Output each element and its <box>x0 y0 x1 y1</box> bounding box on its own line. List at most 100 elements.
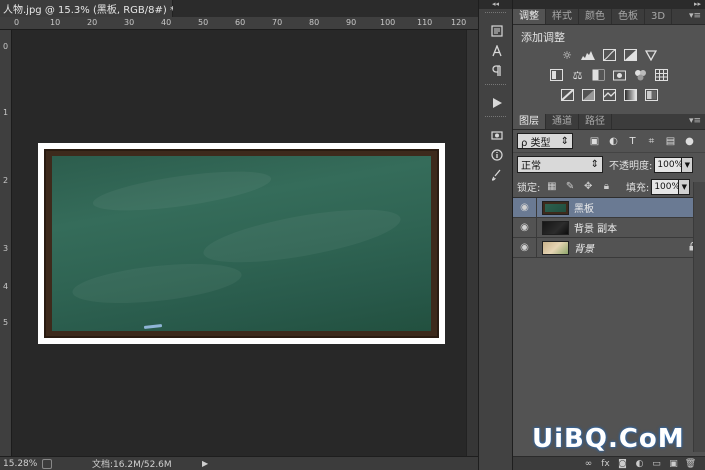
zoom-level[interactable]: 15.28% <box>0 459 42 469</box>
tab-adjustments[interactable]: 调整 <box>513 9 546 24</box>
new-layer-icon[interactable]: ▣ <box>665 459 682 469</box>
opacity-input[interactable]: 100% <box>654 156 683 173</box>
lock-transparent-icon[interactable]: ▦ <box>544 181 559 192</box>
gradient-map-icon[interactable] <box>622 89 639 102</box>
fill-label: 填充: <box>625 183 650 194</box>
filter-toggle-icon[interactable]: ● <box>680 136 699 147</box>
status-info-icon[interactable] <box>42 458 52 469</box>
strip-grip[interactable] <box>485 84 506 90</box>
tab-layers[interactable]: 图层 <box>513 114 546 129</box>
character-icon[interactable] <box>479 41 514 61</box>
panels-collapse-icon[interactable]: ▸▸ <box>513 0 705 9</box>
layer-row[interactable]: ◉ 黑板 <box>513 197 705 218</box>
horizontal-ruler: 0 10 20 30 40 50 60 70 80 90 100 110 120 <box>0 17 478 30</box>
layer-filter-select[interactable]: ρ 类型 ⇕ <box>517 133 573 149</box>
color-lookup-icon[interactable] <box>653 69 670 82</box>
status-menu-arrow-icon[interactable]: ▶ <box>202 459 208 468</box>
layer-name: 黑板 <box>574 204 594 215</box>
layer-name: 背景 副本 <box>574 224 618 235</box>
exposure-icon[interactable] <box>622 49 639 62</box>
canvas-area[interactable] <box>12 30 478 456</box>
layers-scrollbar[interactable] <box>693 182 705 452</box>
tab-channels[interactable]: 通道 <box>546 114 579 129</box>
selective-color-icon[interactable] <box>643 89 660 102</box>
blend-mode-select[interactable]: 正常 ⇕ <box>517 156 603 173</box>
layers-bottom-bar: ∞ fx ◙ ◐ ▭ ▣ 🗑︎ <box>513 456 705 470</box>
document-tab[interactable]: 人物.jpg @ 15.3% (黑板, RGB/8#) * × <box>0 0 190 17</box>
visibility-eye-icon[interactable]: ◉ <box>513 197 537 218</box>
tab-paths[interactable]: 路径 <box>579 114 612 129</box>
filter-smart-object-icon[interactable]: ▤ <box>661 136 680 147</box>
curves-icon[interactable] <box>601 49 618 62</box>
tool-presets-icon[interactable] <box>479 125 514 145</box>
layer-row[interactable]: ◉ 背景 <box>513 237 705 258</box>
add-mask-icon[interactable]: ◙ <box>614 459 631 469</box>
ruler-tick: 5 <box>3 318 9 327</box>
hue-saturation-icon[interactable] <box>548 69 565 82</box>
new-adjustment-icon[interactable]: ◐ <box>631 459 648 469</box>
chalk-smudge <box>200 198 404 274</box>
adjustments-row <box>513 85 705 105</box>
opacity-dropdown-icon[interactable]: ▼ <box>682 156 694 173</box>
filter-adjustment-icon[interactable]: ◐ <box>604 136 623 147</box>
brightness-contrast-icon[interactable]: ☼ <box>559 49 576 62</box>
invert-icon[interactable] <box>559 89 576 102</box>
ruler-tick: 2 <box>3 176 9 185</box>
actions-icon[interactable] <box>479 93 514 113</box>
tab-color[interactable]: 颜色 <box>579 9 612 24</box>
canvas-vertical-scrollbar[interactable] <box>466 30 478 456</box>
layer-row[interactable]: ◉ 背景 副本 <box>513 217 705 238</box>
ruler-tick: 20 <box>87 18 98 27</box>
layers-tab-bar: 图层 通道 路径 ▾≡ <box>513 114 705 130</box>
ruler-tick: 90 <box>346 18 357 27</box>
vibrance-icon[interactable] <box>643 49 660 62</box>
ruler-tick: 0 <box>3 42 9 51</box>
chevron-updown-icon: ⇕ <box>560 135 569 147</box>
blend-mode-row: 正常 ⇕ 不透明度: 100% ▼ <box>513 152 705 176</box>
levels-icon[interactable] <box>580 49 597 62</box>
info-icon[interactable] <box>479 145 514 165</box>
brush-icon[interactable] <box>479 165 514 185</box>
black-white-icon[interactable] <box>590 69 607 82</box>
ruler-tick: 0 <box>14 18 20 27</box>
delete-layer-icon[interactable]: 🗑︎ <box>682 459 699 469</box>
ruler-tick: 70 <box>272 18 283 27</box>
strip-grip[interactable] <box>485 12 506 18</box>
lock-image-icon[interactable]: ✎ <box>563 181 578 192</box>
right-panels: ▸▸ 调整 样式 颜色 色板 3D ▾≡ 添加调整 ☼ ⚖ 图层 通道 路径 ▾… <box>513 0 705 470</box>
filter-type-icon[interactable]: T <box>623 136 642 147</box>
fill-dropdown-icon[interactable]: ▼ <box>679 178 691 195</box>
layer-style-fx-icon[interactable]: fx <box>597 459 614 469</box>
filter-pixel-icon[interactable]: ▣ <box>585 136 604 147</box>
threshold-icon[interactable] <box>601 89 618 102</box>
visibility-eye-icon[interactable]: ◉ <box>513 237 537 258</box>
strip-grip[interactable] <box>485 116 506 122</box>
ruler-tick: 100 <box>380 18 396 27</box>
ruler-tick: 50 <box>198 18 209 27</box>
posterize-icon[interactable] <box>580 89 597 102</box>
color-balance-icon[interactable]: ⚖ <box>569 69 586 82</box>
link-layers-icon[interactable]: ∞ <box>580 459 597 469</box>
history-icon[interactable] <box>479 21 514 41</box>
fill-input[interactable]: 100% <box>651 178 680 195</box>
strip-collapse-icon[interactable]: ◂◂ <box>479 0 512 9</box>
filter-shape-icon[interactable]: ⌗ <box>642 136 661 147</box>
new-group-icon[interactable]: ▭ <box>648 459 665 469</box>
lock-all-icon[interactable]: 🔒︎ <box>599 181 614 192</box>
panel-menu-icon[interactable]: ▾≡ <box>689 116 701 126</box>
lock-row: 锁定: ▦ ✎ ✥ 🔒︎ 填充: 100% ▼ <box>513 176 705 198</box>
panel-menu-icon[interactable]: ▾≡ <box>689 11 701 21</box>
tab-3d[interactable]: 3D <box>645 9 673 24</box>
channel-mixer-icon[interactable] <box>632 69 649 82</box>
tab-styles[interactable]: 样式 <box>546 9 579 24</box>
layer-filter-row: ρ 类型 ⇕ ▣ ◐ T ⌗ ▤ ● <box>513 130 705 152</box>
document-canvas[interactable] <box>38 143 445 344</box>
adjustments-row: ☼ <box>513 45 705 65</box>
ruler-tick: 4 <box>3 282 9 291</box>
lock-position-icon[interactable]: ✥ <box>581 181 596 192</box>
tab-swatches[interactable]: 色板 <box>612 9 645 24</box>
chalk-stick <box>143 324 163 329</box>
paragraph-icon[interactable] <box>479 61 514 81</box>
photo-filter-icon[interactable] <box>611 69 628 82</box>
visibility-eye-icon[interactable]: ◉ <box>513 217 537 238</box>
